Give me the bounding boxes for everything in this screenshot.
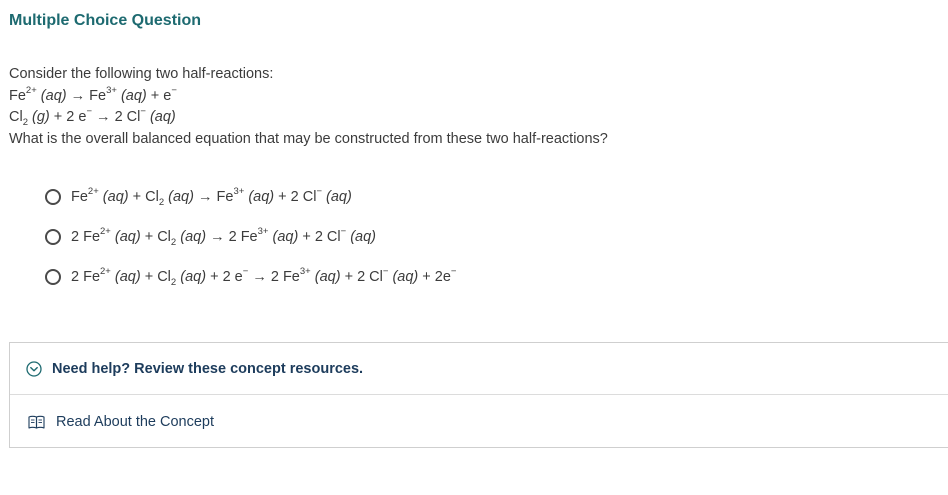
state: (aq) [149, 109, 176, 125]
charge: − [86, 106, 93, 118]
species: Fe [89, 87, 107, 104]
radio-button[interactable] [45, 189, 61, 205]
subscript: 2 [22, 116, 28, 128]
read-about-concept-row: Read About the Concept [10, 395, 948, 449]
radio-button[interactable] [45, 269, 61, 285]
answer-option-2[interactable]: 2 Fe2+ (aq) + Cl2 (aq) → 2 Fe3+ (aq) + 2… [45, 217, 456, 257]
state: (aq) [120, 87, 147, 104]
answer-option-1[interactable]: Fe2+ (aq) + Cl2 (aq) → Fe3+ (aq) + 2 Cl−… [45, 177, 456, 217]
charge: 2+ [25, 84, 37, 96]
chevron-down-circle-icon [26, 360, 42, 377]
half-reaction-2: Cl2 (g) + 2 e− → 2 Cl− (aq) [9, 107, 939, 129]
charge: − [171, 84, 177, 96]
state: (aq) [40, 87, 67, 104]
half-reaction-1: Fe2+ (aq) → Fe3+ (aq) + e− [9, 84, 939, 108]
option-text: 2 Fe2+ (aq) + Cl2 (aq) → 2 Fe3+ (aq) + 2… [71, 226, 377, 248]
charge: 3+ [106, 84, 117, 96]
question-intro: Consider the following two half-reaction… [9, 66, 274, 82]
concept-resources-label: Need help? Review these concept resource… [52, 360, 364, 377]
electrons: + e [150, 87, 172, 104]
question-prompt: What is the overall balanced equation th… [9, 130, 608, 147]
concept-resources-toggle[interactable]: Need help? Review these concept resource… [10, 343, 948, 395]
species: 2 Cl [114, 109, 141, 125]
option-text: Fe2+ (aq) + Cl2 (aq) → Fe3+ (aq) + 2 Cl−… [71, 186, 352, 208]
option-text: 2 Fe2+ (aq) + Cl2 (aq) + 2 e− → 2 Fe3+ (… [71, 266, 457, 288]
question-type-title: Multiple Choice Question [9, 12, 202, 29]
species: Fe [9, 87, 26, 104]
answer-choices: Fe2+ (aq) + Cl2 (aq) → Fe3+ (aq) + 2 Cl−… [45, 177, 456, 297]
question-text: Consider the following two half-reaction… [9, 64, 939, 150]
charge: − [140, 106, 146, 118]
state: (g) [32, 109, 50, 125]
reaction-arrow: → [70, 87, 86, 104]
species: Cl [9, 109, 23, 125]
concept-resources-panel: Need help? Review these concept resource… [9, 342, 948, 448]
electrons: + 2 e [53, 109, 87, 125]
radio-button[interactable] [45, 229, 61, 245]
reaction-arrow: → [96, 109, 111, 125]
read-about-concept-link[interactable]: Read About the Concept [56, 414, 214, 430]
answer-option-3[interactable]: 2 Fe2+ (aq) + Cl2 (aq) + 2 e− → 2 Fe3+ (… [45, 257, 456, 297]
book-icon [28, 415, 45, 429]
